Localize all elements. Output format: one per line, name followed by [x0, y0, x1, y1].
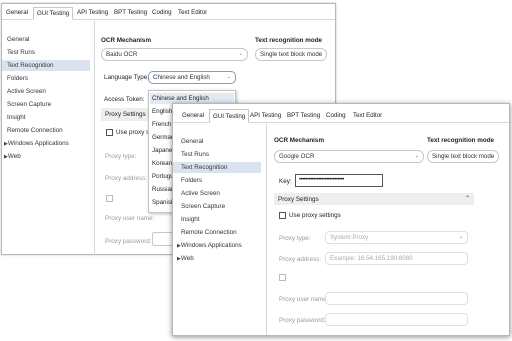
chevron-down-icon: ⌄: [489, 153, 494, 159]
proxy-password-input[interactable]: [325, 313, 468, 326]
ocr-mechanism-select[interactable]: Baidu OCR ⌄: [101, 48, 248, 61]
sidebar-item-web[interactable]: ▶Web: [173, 255, 194, 262]
sidebar-item-text-recognition[interactable]: Text Recognition: [2, 60, 90, 71]
use-proxy-checkbox[interactable]: [279, 212, 286, 219]
sidebar-item-text-recognition[interactable]: Text Recognition: [173, 162, 261, 173]
sidebar-item-screen-capture[interactable]: Screen Capture: [173, 203, 225, 210]
proxy-auth-checkbox[interactable]: [279, 274, 286, 281]
use-proxy-checkbox[interactable]: [106, 129, 113, 136]
proxy-type-label: Proxy type:: [105, 153, 137, 160]
text-recognition-mode-label: Text recognition mode: [427, 137, 495, 144]
access-token-label: Access Token:: [104, 96, 145, 103]
sidebar-item-general[interactable]: General: [173, 138, 203, 145]
divider: [266, 124, 267, 335]
use-proxy-label: Use proxy settings: [289, 212, 341, 219]
tab-bpt-testing[interactable]: BPT Testing: [114, 9, 147, 16]
text-mode-value: Single text block mode: [432, 153, 495, 160]
tab-bar: General GUI Testing API Testing BPT Test…: [173, 104, 509, 123]
sidebar-item-remote-connection[interactable]: Remote Connection: [173, 229, 237, 236]
tab-general[interactable]: General: [182, 112, 204, 119]
tab-api-testing[interactable]: API Testing: [77, 9, 108, 16]
ocr-mechanism-select[interactable]: Google OCR ⌄: [274, 150, 424, 163]
tab-api-testing[interactable]: API Testing: [250, 112, 281, 119]
proxy-type-label: Proxy type:: [279, 235, 311, 242]
proxy-auth-checkbox[interactable]: [106, 195, 113, 202]
proxy-address-placeholder: Example: 16.54.165.190:8080: [330, 255, 413, 262]
tab-text-editor[interactable]: Text Editor: [353, 112, 382, 119]
text-recognition-mode-select[interactable]: Single text block mode ⌄: [427, 150, 499, 163]
sidebar-item-test-runs[interactable]: Test Runs: [173, 151, 209, 158]
proxy-settings-header[interactable]: Proxy Settings: [101, 108, 151, 121]
proxy-password-label: Proxy password:: [105, 238, 152, 245]
text-recognition-mode-label: Text recognition mode: [255, 37, 323, 44]
language-type-value: Chinese and English: [153, 74, 210, 81]
tab-general[interactable]: General: [6, 9, 28, 16]
sidebar-item-active-screen[interactable]: Active Screen: [2, 88, 46, 95]
proxy-type-value: System Proxy: [330, 234, 369, 241]
sidebar-item-insight[interactable]: Insight: [2, 114, 26, 121]
proxy-password-label: Proxy password:: [279, 317, 326, 324]
language-type-label: Language Type:: [104, 74, 150, 81]
proxy-address-label: Proxy address:: [279, 256, 321, 263]
sidebar-item-general[interactable]: General: [2, 36, 29, 43]
divider: [94, 21, 95, 255]
chevron-down-icon: ⌄: [226, 74, 231, 80]
ocr-mechanism-value: Google OCR: [279, 153, 315, 160]
chevron-down-icon: ⌄: [414, 153, 419, 159]
key-input[interactable]: ••••••••••••••••••••••••••••: [295, 174, 383, 187]
tab-bar: General GUI Testing API Testing BPT Test…: [2, 4, 335, 20]
tab-coding[interactable]: Coding: [152, 9, 172, 16]
proxy-user-name-label: Proxy user name:: [279, 296, 329, 303]
tab-text-editor[interactable]: Text Editor: [178, 9, 207, 16]
proxy-password-input[interactable]: [152, 232, 174, 246]
tab-gui-testing[interactable]: GUI Testing: [209, 109, 250, 123]
proxy-settings-header[interactable]: Proxy Settings ⌃: [274, 193, 474, 205]
chevron-down-icon: ⌄: [317, 51, 322, 57]
sidebar-item-windows-applications[interactable]: ▶Windows Applications: [2, 140, 69, 147]
sidebar-item-windows-applications[interactable]: ▶Windows Applications: [173, 242, 242, 249]
sidebar-item-label: Web: [7, 153, 21, 160]
sidebar-item-label: Windows Applications: [180, 242, 242, 249]
text-mode-value: Single text block mode: [260, 51, 323, 58]
proxy-address-label: Proxy address:: [105, 175, 147, 182]
ocr-mechanism-label: OCR Mechanism: [274, 137, 325, 144]
tab-coding[interactable]: Coding: [326, 112, 346, 119]
sidebar-item-screen-capture[interactable]: Screen Capture: [2, 101, 51, 108]
text-recognition-mode-select[interactable]: Single text block mode ⌄: [255, 48, 327, 61]
tab-gui-testing[interactable]: GUI Testing: [33, 7, 74, 20]
tab-bpt-testing[interactable]: BPT Testing: [287, 112, 320, 119]
ocr-mechanism-value: Baidu OCR: [106, 51, 138, 58]
proxy-user-name-label: Proxy user name:: [105, 215, 155, 222]
sidebar-item-folders[interactable]: Folders: [2, 75, 28, 82]
proxy-type-select[interactable]: System Proxy ⌄: [325, 231, 468, 244]
sidebar-item-active-screen[interactable]: Active Screen: [173, 190, 220, 197]
proxy-settings-label: Proxy Settings: [278, 196, 319, 203]
chevron-down-icon: ⌄: [238, 51, 243, 57]
sidebar-item-web[interactable]: ▶Web: [2, 153, 21, 160]
language-type-select[interactable]: Chinese and English ⌄: [148, 71, 236, 84]
sidebar-item-insight[interactable]: Insight: [173, 216, 200, 223]
proxy-address-input[interactable]: Example: 16.54.165.190:8080: [325, 252, 468, 265]
key-label: Key:: [279, 178, 292, 185]
ocr-mechanism-label: OCR Mechanism: [101, 37, 152, 44]
chevron-down-icon: ⌄: [458, 234, 463, 240]
collapse-icon[interactable]: ⌃: [465, 195, 470, 202]
sidebar-item-label: Windows Applications: [7, 140, 69, 147]
sidebar-item-test-runs[interactable]: Test Runs: [2, 49, 35, 56]
options-window-google: General GUI Testing API Testing BPT Test…: [172, 103, 510, 336]
sidebar-item-folders[interactable]: Folders: [173, 177, 202, 184]
proxy-user-name-input[interactable]: [325, 292, 468, 305]
sidebar-item-label: Web: [180, 255, 194, 262]
sidebar-item-remote-connection[interactable]: Remote Connection: [2, 127, 63, 134]
